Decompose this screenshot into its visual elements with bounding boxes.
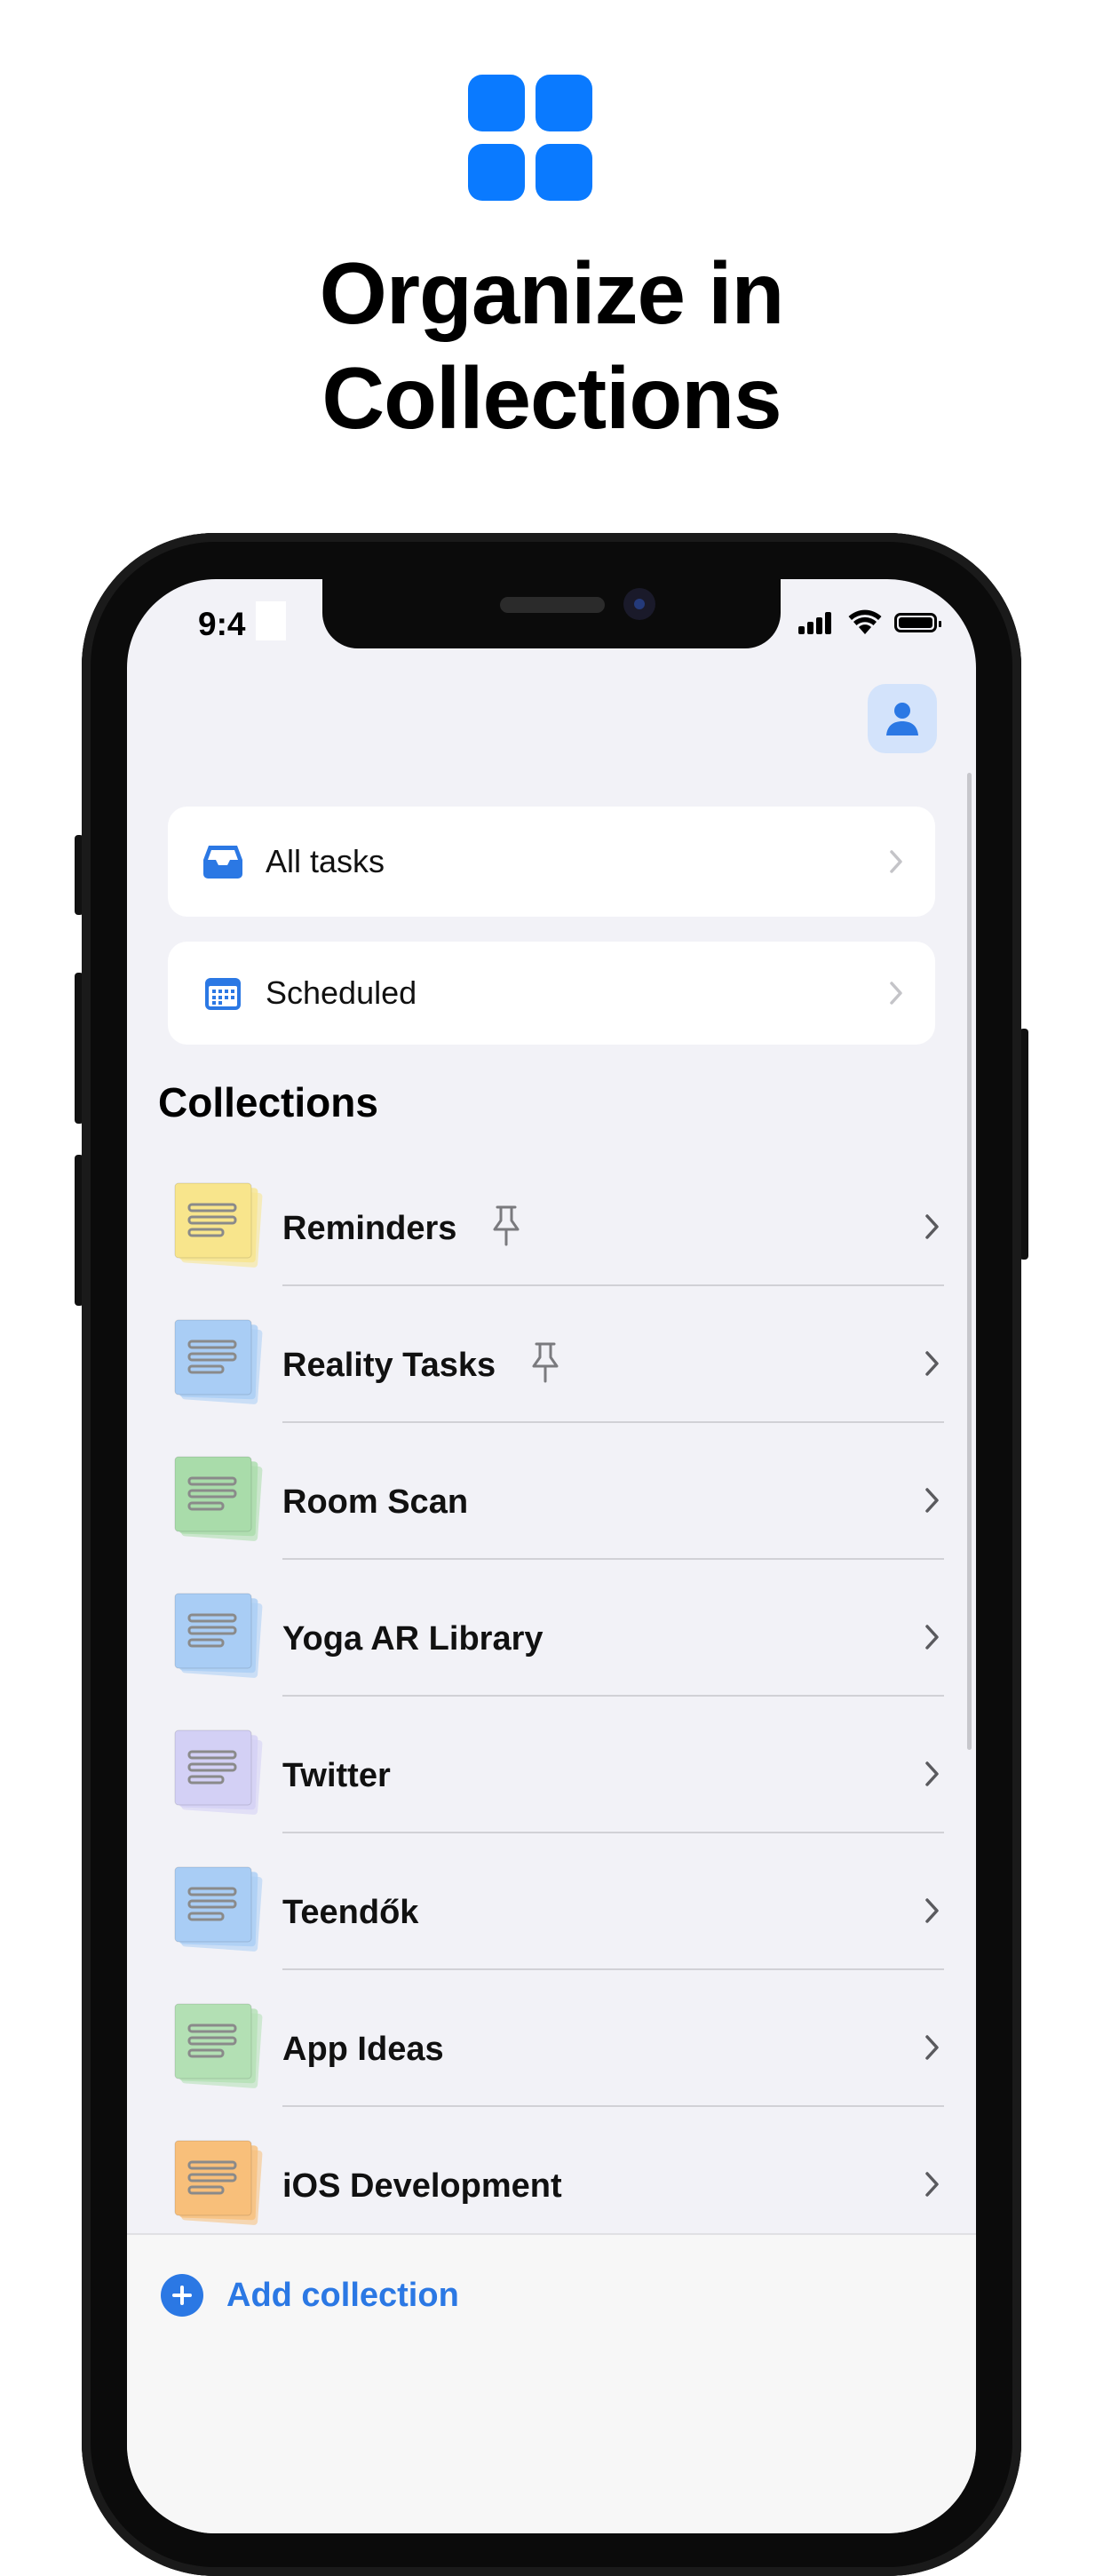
notes-stack-icon [174, 2003, 263, 2088]
collection-name: Reminders [282, 1210, 457, 1247]
bottom-toolbar: Add collection [127, 2233, 976, 2533]
time-mask [256, 601, 286, 640]
inbox-tray-icon [202, 840, 244, 883]
chevron-right-icon [925, 1625, 939, 1650]
collection-row[interactable]: Teendők [127, 1853, 976, 1990]
collection-row[interactable]: Twitter [127, 1716, 976, 1853]
row-separator [282, 1832, 944, 1833]
collection-row[interactable]: Yoga AR Library [127, 1579, 976, 1716]
scheduled-label: Scheduled [266, 974, 417, 1011]
notes-stack-icon [174, 1593, 263, 1678]
collection-name: iOS Development [282, 2167, 562, 2205]
collection-row[interactable]: Reality Tasks [127, 1306, 976, 1443]
all-tasks-card[interactable]: All tasks [168, 807, 935, 917]
collection-name: Reality Tasks [282, 1347, 496, 1384]
notes-stack-icon [174, 1456, 263, 1541]
collection-name: Room Scan [282, 1483, 469, 1521]
add-collection-label: Add collection [226, 2276, 459, 2314]
row-separator [282, 2105, 944, 2107]
row-separator [282, 1421, 944, 1423]
collection-name: App Ideas [282, 2031, 444, 2068]
chevron-right-icon [925, 1898, 939, 1923]
notes-stack-icon [174, 1182, 263, 1268]
battery-icon [894, 613, 941, 632]
speaker-grille [500, 597, 605, 613]
chevron-right-icon [890, 850, 902, 873]
promo-title-line-2: Collections [321, 349, 782, 447]
collection-name: Yoga AR Library [282, 1620, 544, 1658]
collection-name: Teendők [282, 1894, 419, 1931]
status-time: 9:4 [198, 606, 246, 642]
profile-button[interactable] [868, 684, 937, 753]
plus-circle-icon [161, 2274, 203, 2317]
row-separator [282, 1968, 944, 1970]
chevron-right-icon [925, 1761, 939, 1786]
calendar-icon [202, 972, 244, 1014]
wifi-icon [848, 609, 882, 634]
chevron-right-icon [925, 2035, 939, 2060]
row-separator [282, 1558, 944, 1560]
collection-row[interactable]: Room Scan [127, 1443, 976, 1579]
add-collection-button[interactable]: Add collection [161, 2274, 459, 2317]
chevron-right-icon [925, 1214, 939, 1239]
cellular-signal-icon [798, 611, 834, 634]
status-icons [798, 609, 941, 638]
chevron-right-icon [925, 1351, 939, 1376]
notes-stack-icon [174, 1729, 263, 1815]
row-separator [282, 1695, 944, 1697]
chevron-right-icon [890, 982, 902, 1005]
notes-stack-icon [174, 1866, 263, 1952]
all-tasks-label: All tasks [266, 843, 385, 879]
person-icon [886, 703, 918, 735]
app-screen: 9:4 All tasks Scheduled Collections Remi… [127, 579, 976, 2533]
notch [322, 579, 781, 648]
notes-stack-icon [174, 1319, 263, 1404]
pin-icon [493, 1205, 520, 1246]
notes-stack-icon [174, 2140, 263, 2225]
collections-heading: Collections [158, 1079, 378, 1125]
collection-row[interactable]: Reminders [127, 1169, 976, 1306]
pin-icon [532, 1342, 559, 1383]
chevron-right-icon [925, 2172, 939, 2197]
collection-name: Twitter [282, 1757, 391, 1794]
row-separator [282, 1284, 944, 1286]
chevron-right-icon [925, 1488, 939, 1513]
collection-row[interactable]: App Ideas [127, 1990, 976, 2127]
front-camera [623, 588, 655, 620]
grid-icon [468, 75, 592, 201]
scheduled-card[interactable]: Scheduled [168, 942, 935, 1045]
promo-title-line-1: Organize in [319, 244, 785, 342]
